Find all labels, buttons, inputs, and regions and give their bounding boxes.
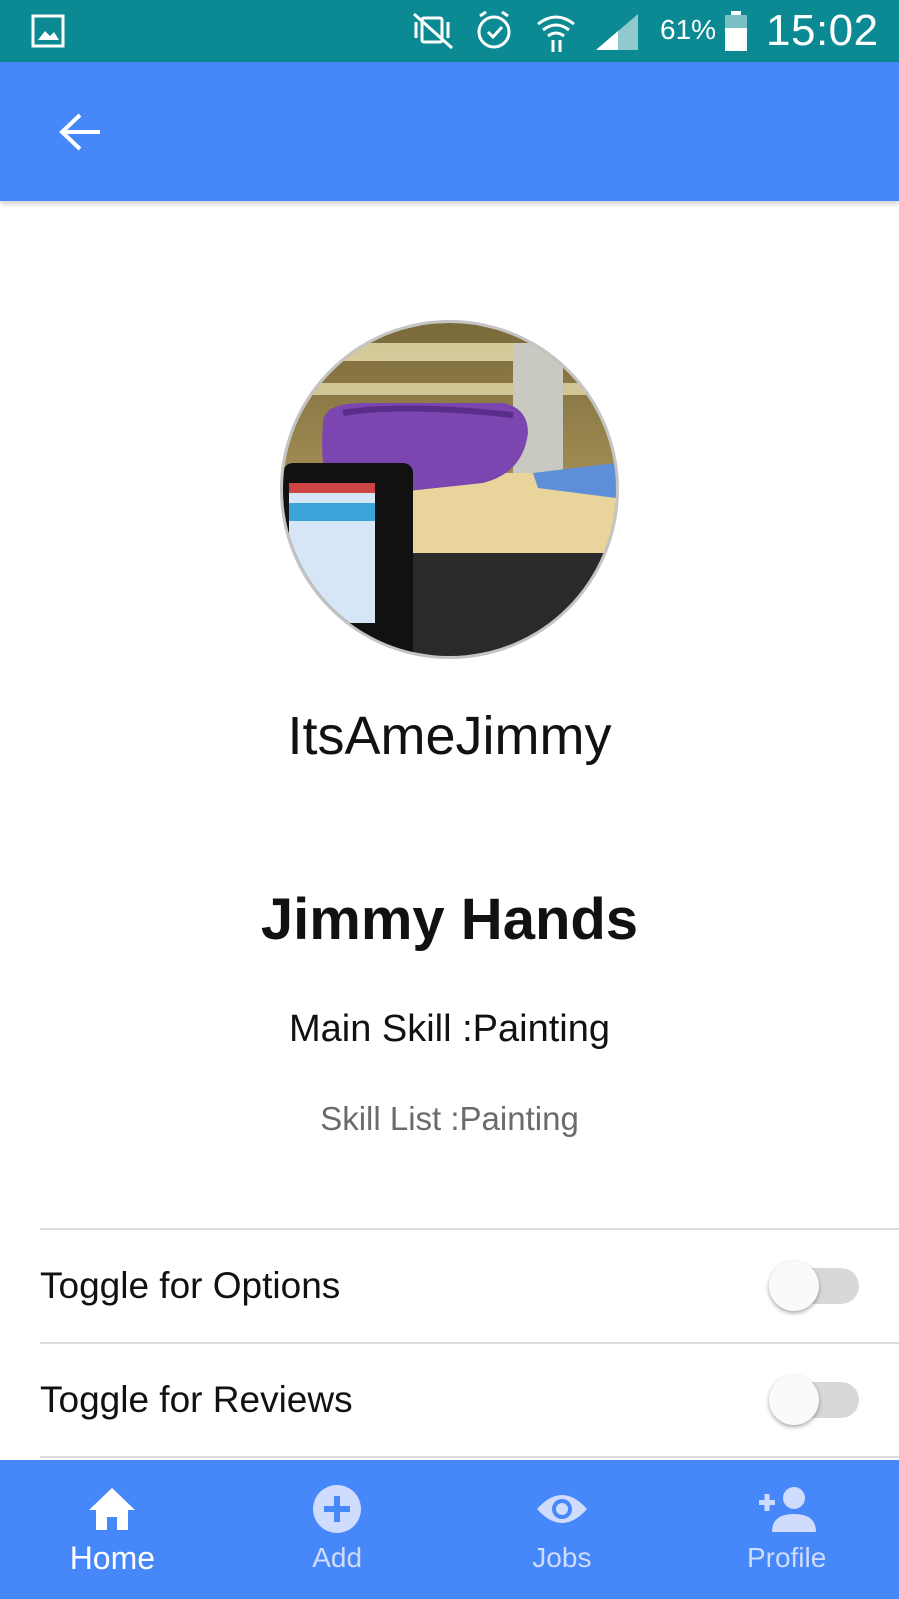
skill-list: Skill List :Painting <box>320 1100 579 1137</box>
signal-icon <box>596 14 638 50</box>
app-bar <box>0 62 899 201</box>
toggle-options-switch[interactable] <box>769 1261 859 1311</box>
nav-home[interactable]: Home <box>0 1460 225 1599</box>
nav-home-label: Home <box>69 1540 156 1576</box>
nav-jobs[interactable]: Jobs <box>450 1460 675 1599</box>
back-button[interactable] <box>52 104 108 160</box>
toggle-row-options[interactable]: Toggle for Options <box>40 1230 899 1342</box>
status-icons <box>412 10 638 52</box>
battery-icon <box>725 11 747 51</box>
wifi-icon <box>537 15 575 52</box>
switch-knob <box>769 1261 819 1311</box>
toggle-reviews-label: Toggle for Reviews <box>40 1379 353 1420</box>
avatar-photo <box>283 323 616 656</box>
nav-profile[interactable]: Profile <box>674 1460 899 1599</box>
arrow-left-icon <box>59 113 100 151</box>
eye-icon <box>536 1495 587 1523</box>
home-icon <box>89 1488 136 1530</box>
nav-add[interactable]: Add <box>225 1460 450 1599</box>
nav-jobs-label: Jobs <box>532 1542 592 1573</box>
toggle-row-reviews[interactable]: Toggle for Reviews <box>40 1344 899 1456</box>
switch-knob <box>769 1375 819 1425</box>
main-skill: Main Skill :Painting <box>288 1008 611 1050</box>
toggle-reviews-switch[interactable] <box>769 1375 859 1425</box>
profile-avatar[interactable] <box>280 320 619 659</box>
bottom-nav: Home Add Jobs Profile <box>0 1460 899 1599</box>
gallery-icon <box>31 14 65 48</box>
alarm-icon <box>477 10 511 49</box>
status-bar: 61% 15:02 <box>0 0 899 62</box>
toggle-options-label: Toggle for Options <box>40 1265 341 1306</box>
status-clock: 15:02 <box>766 6 879 55</box>
add-circle-icon <box>313 1485 362 1533</box>
full-name: Jimmy Hands <box>260 887 639 952</box>
divider <box>40 1456 899 1458</box>
nav-add-label: Add <box>312 1542 363 1573</box>
nav-profile-label: Profile <box>746 1542 827 1573</box>
vibrate-icon <box>412 12 454 50</box>
person-add-icon <box>758 1487 816 1532</box>
battery-percent: 61% <box>660 14 717 45</box>
username: ItsAmeJimmy <box>287 706 612 766</box>
